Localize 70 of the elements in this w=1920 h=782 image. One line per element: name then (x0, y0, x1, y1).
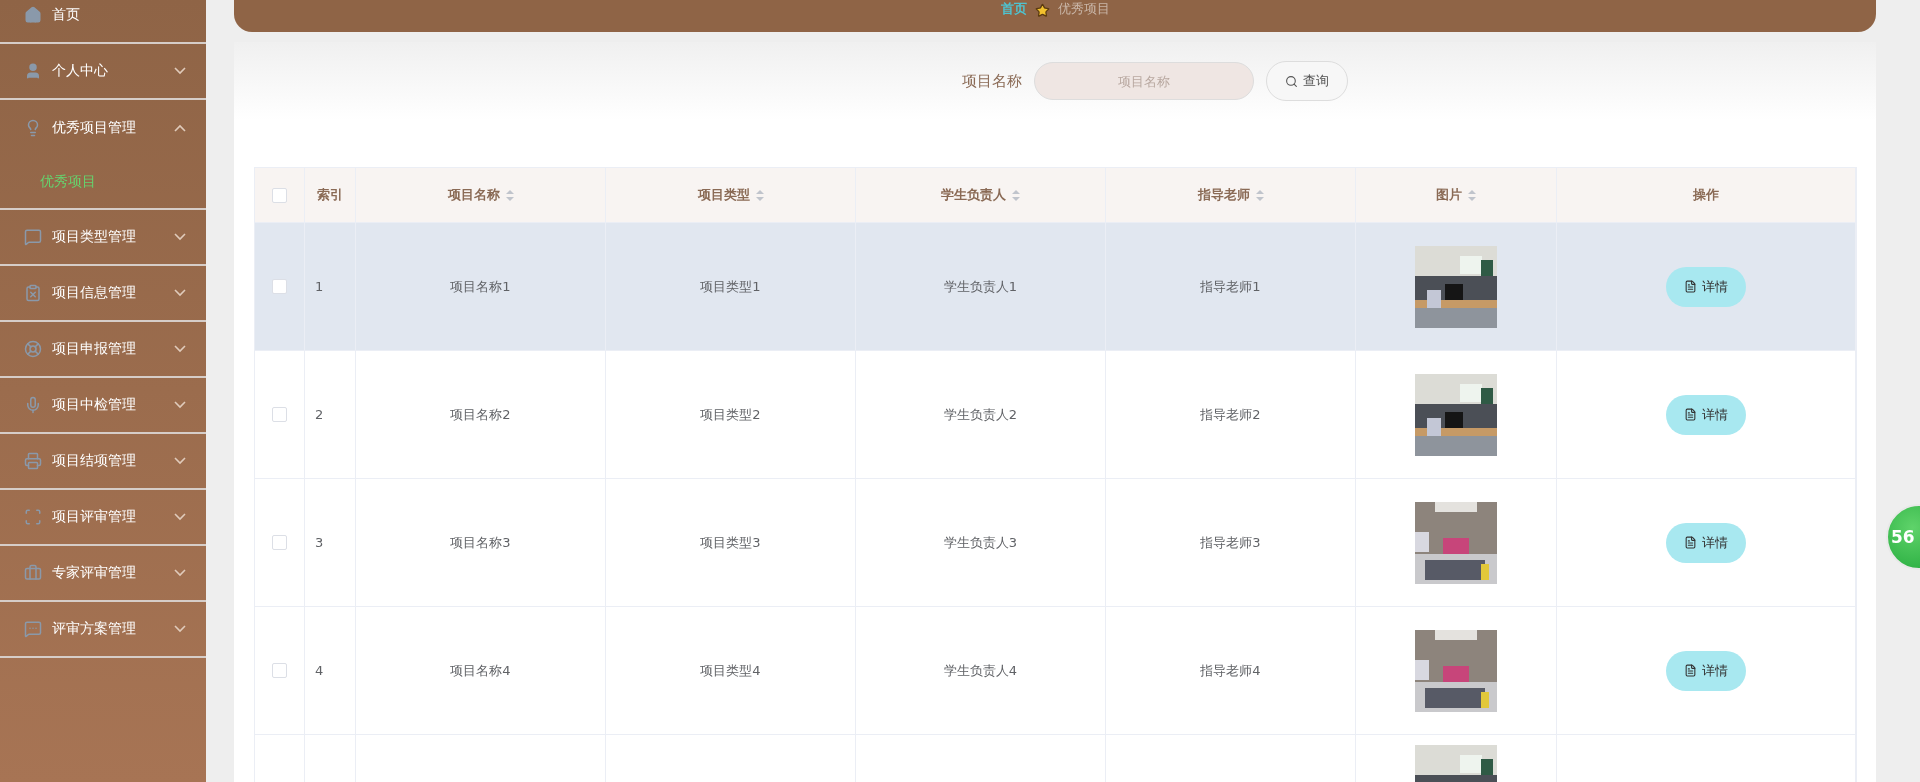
header-cell[interactable]: 学生负责人 (856, 168, 1106, 223)
home-icon (24, 6, 42, 24)
document-icon (1684, 408, 1697, 421)
column-header: 图片 (1436, 186, 1462, 204)
search-field[interactable]: 项目名称 (1034, 62, 1254, 100)
header-cell[interactable]: 项目名称 (356, 168, 606, 223)
table-cell: 学生负责人4 (856, 607, 1106, 735)
menu-item[interactable]: 项目评审管理 (0, 490, 206, 546)
menu-label: 项目评审管理 (52, 508, 137, 526)
menu-label: 项目中检管理 (52, 396, 137, 414)
table-cell: 项目类型4 (606, 607, 856, 735)
user-icon (24, 62, 42, 80)
frame-corners-icon (24, 508, 42, 526)
menu-label: 项目信息管理 (52, 284, 137, 302)
document-icon (1684, 536, 1697, 549)
menu-item[interactable]: 专家评审管理 (0, 546, 206, 602)
document-icon (1684, 664, 1697, 677)
menu-label: 项目申报管理 (52, 340, 137, 358)
column-header: 项目名称 (447, 186, 500, 204)
checkbox[interactable] (272, 663, 287, 678)
column-header: 学生负责人 (941, 186, 1006, 204)
menu-label: 项目结项管理 (52, 452, 137, 470)
menu-label: 个人中心 (52, 62, 109, 80)
header-cell[interactable]: 图片 (1356, 168, 1557, 223)
chat-bubble-icon (24, 228, 42, 246)
search-label: 项目名称 (962, 71, 1022, 91)
menu-item[interactable]: 项目中检管理 (0, 378, 206, 434)
detail-button[interactable]: 详情 (1666, 266, 1746, 307)
breadcrumb-link[interactable]: 首页 (1000, 0, 1027, 18)
checkbox[interactable] (272, 279, 287, 294)
menu-item[interactable]: 评审方案管理 (0, 602, 206, 658)
header-cell[interactable]: 指导老师 (1106, 168, 1356, 223)
column-header: 项目类型 (697, 186, 750, 204)
clipboard-icon (24, 284, 42, 302)
document-icon (1684, 280, 1697, 293)
menu-item[interactable]: 项目结项管理 (0, 434, 206, 490)
printer-icon (24, 452, 42, 470)
menu-label: 优秀项目管理 (52, 119, 137, 137)
table-cell: 指导老师4 (1106, 607, 1356, 735)
menu-item[interactable]: 项目信息管理 (0, 266, 206, 322)
menu-label: 首页 (52, 6, 81, 24)
menu-item[interactable]: 个人中心 (0, 44, 206, 100)
header-cell[interactable]: 项目类型 (606, 168, 856, 223)
checkbox[interactable] (272, 407, 287, 422)
menu-label: 专家评审管理 (52, 564, 137, 582)
breadcrumb-link[interactable]: 优秀项目 (1057, 0, 1110, 18)
table-cell: 项目名称4 (356, 607, 606, 735)
search-button[interactable]: 查询 (1266, 61, 1348, 101)
ring-icon (24, 340, 42, 358)
menu-item[interactable]: 优秀项目管理 (0, 100, 206, 156)
search-icon (1285, 74, 1298, 88)
menu-item[interactable]: 首页 (0, 0, 206, 44)
checkbox[interactable] (272, 535, 287, 550)
menu-label: 项目类型管理 (52, 228, 137, 246)
message-icon (24, 620, 42, 638)
column-header: 索引 (317, 186, 343, 204)
detail-button[interactable]: 详情 (1666, 522, 1746, 563)
table-cell: 4 (305, 607, 356, 735)
submenu-item[interactable]: 优秀项目 (0, 156, 206, 208)
star-icon (1034, 3, 1050, 18)
detail-button[interactable]: 详情 (1666, 650, 1746, 691)
detail-button[interactable]: 详情 (1666, 394, 1746, 435)
column-header: 操作 (1693, 186, 1719, 204)
menu-item[interactable]: 项目类型管理 (0, 210, 206, 266)
microphone-icon (24, 396, 42, 414)
column-header: 指导老师 (1197, 186, 1250, 204)
menu-label: 评审方案管理 (52, 620, 137, 638)
briefcase-icon (24, 564, 42, 582)
menu-item[interactable]: 项目申报管理 (0, 322, 206, 378)
checkbox[interactable] (272, 187, 287, 203)
